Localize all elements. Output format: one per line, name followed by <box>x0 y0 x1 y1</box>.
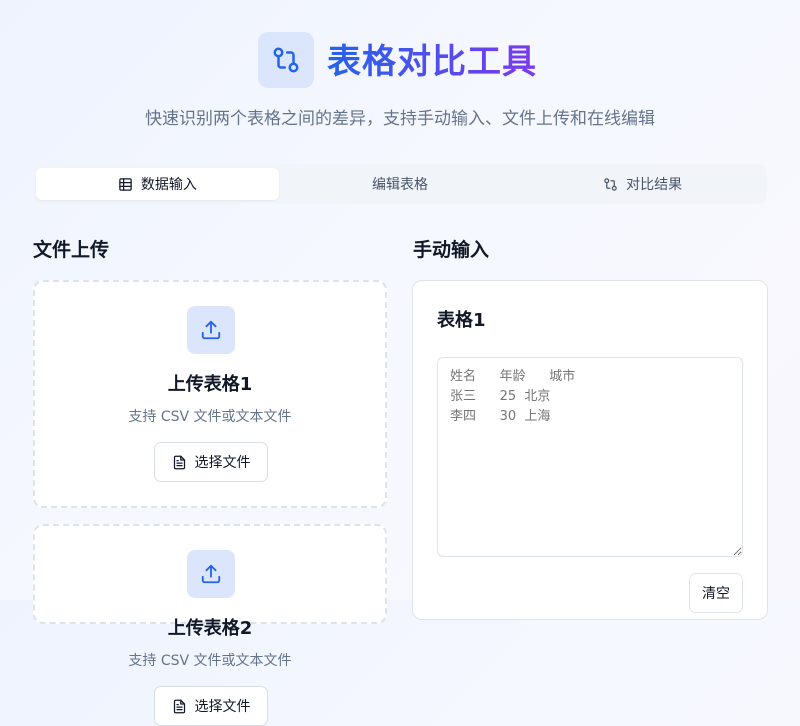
table-icon <box>118 177 133 192</box>
app-subtitle: 快速识别两个表格之间的差异，支持手动输入、文件上传和在线编辑 <box>145 109 655 129</box>
upload-card-table1[interactable]: 上传表格1 支持 CSV 文件或文本文件 选择文件 <box>33 280 387 508</box>
tab-label: 编辑表格 <box>372 177 428 193</box>
choose-file-button[interactable]: 选择文件 <box>154 686 268 726</box>
choose-file-label: 选择文件 <box>194 699 251 715</box>
tab-label: 对比结果 <box>626 177 683 193</box>
upload-card-table2[interactable]: 上传表格2 支持 CSV 文件或文本文件 选择文件 <box>33 524 387 726</box>
upload-icon <box>200 319 222 341</box>
tab-compare-result[interactable]: 对比结果 <box>521 168 764 200</box>
upload-card-title: 上传表格2 <box>167 618 253 639</box>
file-upload-section-title: 文件上传 <box>33 239 110 261</box>
table1-textarea[interactable] <box>437 357 743 557</box>
manual-input-section-title: 手动输入 <box>413 239 490 261</box>
upload-card-hint: 支持 CSV 文件或文本文件 <box>128 653 292 669</box>
app-title: 表格对比工具 <box>327 38 537 86</box>
manual-input-card: 表格1 清空 <box>412 280 768 620</box>
choose-file-label: 选择文件 <box>194 455 251 471</box>
upload-card-hint: 支持 CSV 文件或文本文件 <box>128 409 292 425</box>
upload-icon-tile <box>187 306 235 354</box>
manual-card-title: 表格1 <box>437 310 486 331</box>
upload-card-title: 上传表格1 <box>167 374 253 395</box>
git-compare-icon <box>271 45 301 75</box>
choose-file-button[interactable]: 选择文件 <box>154 442 268 482</box>
upload-icon <box>200 563 222 585</box>
tab-edit-table[interactable]: 编辑表格 <box>279 168 522 200</box>
tab-label: 数据输入 <box>140 177 197 193</box>
upload-icon-tile <box>187 550 235 598</box>
tab-bar: 数据输入 编辑表格 对比结果 <box>33 164 767 204</box>
tab-data-input[interactable]: 数据输入 <box>36 168 279 200</box>
file-text-icon <box>172 455 187 470</box>
git-compare-icon <box>603 177 618 192</box>
app-logo <box>258 32 314 88</box>
file-text-icon <box>172 699 187 714</box>
clear-button[interactable]: 清空 <box>689 573 743 613</box>
